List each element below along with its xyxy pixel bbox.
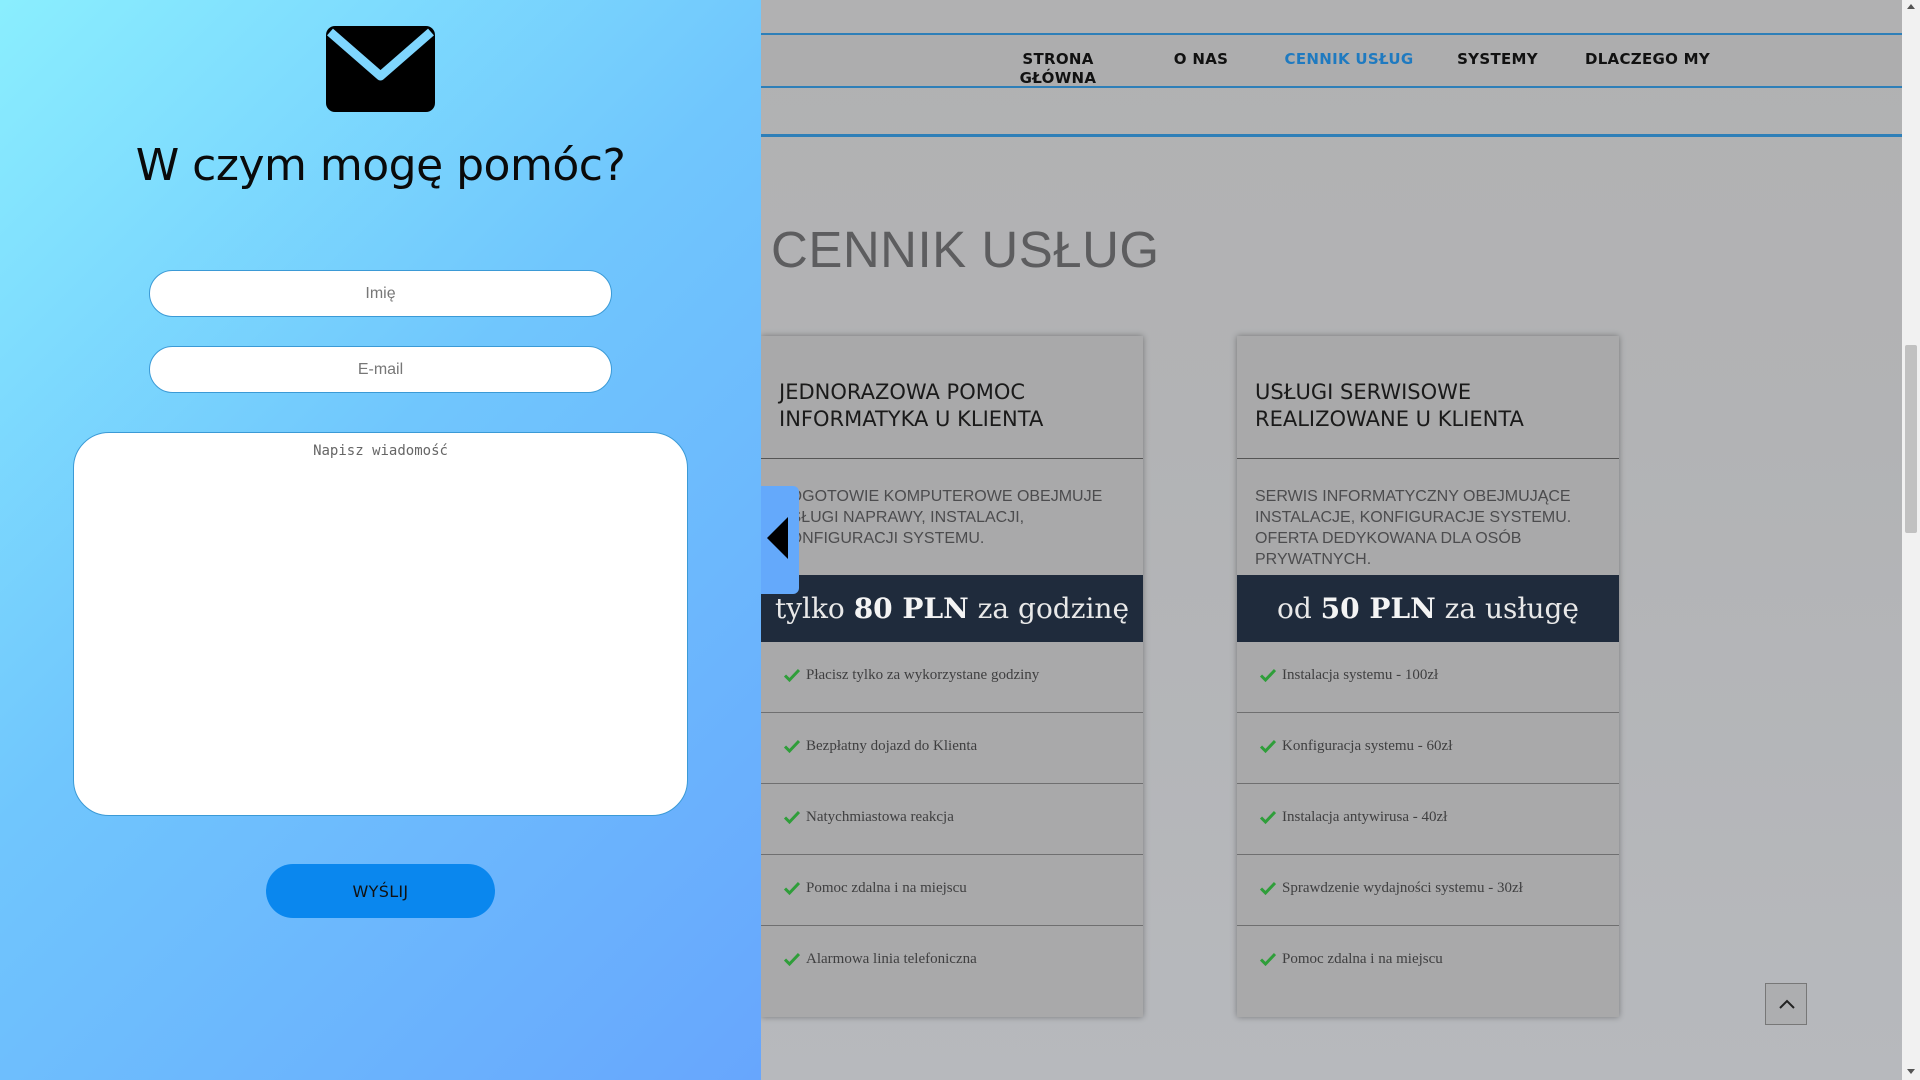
contact-title: W czym mogę pomóc? bbox=[135, 140, 626, 191]
feature-text: Pomoc zdalna i na miejscu bbox=[806, 880, 967, 896]
card-divider bbox=[761, 458, 1143, 459]
pricing-card-onetime: JEDNORAZOWA POMOC INFORMATYKA U KLIENTA … bbox=[761, 336, 1143, 1017]
feature-row: Bezpłatny dojazd do Klienta bbox=[761, 713, 1143, 784]
send-button[interactable]: WYŚLIJ bbox=[266, 864, 495, 918]
feature-row: Pomoc zdalna i na miejscu bbox=[761, 855, 1143, 926]
contact-panel: W czym mogę pomóc? WYŚLIJ bbox=[0, 0, 761, 1080]
page-scrollbar[interactable] bbox=[1902, 0, 1920, 1080]
nav-item-systems[interactable]: SYSTEMY bbox=[1455, 50, 1540, 69]
price-band: od 50 PLN za usługę bbox=[1237, 575, 1619, 642]
name-input[interactable] bbox=[149, 270, 612, 317]
check-icon bbox=[784, 739, 800, 754]
price-suffix: za godzinę bbox=[977, 592, 1130, 625]
feature-text: Instalacja systemu - 100zł bbox=[1282, 667, 1439, 683]
feature-text: Bezpłatny dojazd do Klienta bbox=[806, 738, 978, 754]
card-description: SERWIS INFORMATYCZNY OBEJMUJĄCE INSTALAC… bbox=[1255, 488, 1572, 568]
scroll-down-arrow-icon[interactable] bbox=[1907, 1069, 1915, 1074]
pricing-card-service: USŁUGI SERWISOWE REALIZOWANE U KLIENTA S… bbox=[1237, 336, 1619, 1017]
caret-left-icon bbox=[767, 517, 788, 559]
feature-row: Instalacja antywirusa - 40zł bbox=[1237, 784, 1619, 855]
page-title: CENNIK USŁUG bbox=[771, 221, 1160, 278]
check-icon bbox=[1260, 810, 1276, 825]
message-textarea[interactable] bbox=[73, 432, 688, 816]
envelope-icon bbox=[326, 26, 435, 112]
price-value: 50 PLN bbox=[1320, 592, 1436, 625]
card-title: USŁUGI SERWISOWE REALIZOWANE U KLIENTA bbox=[1255, 380, 1524, 431]
nav-item-pricing[interactable]: CENNIK USŁUG bbox=[1280, 50, 1418, 69]
card-description: POGOTOWIE KOMPUTEROWE OBEJMUJE USŁUGI NA… bbox=[779, 488, 1103, 547]
nav-item-about[interactable]: O NAS bbox=[1165, 50, 1237, 69]
scroll-up-arrow-icon[interactable] bbox=[1907, 4, 1915, 9]
card-title: JEDNORAZOWA POMOC INFORMATYKA U KLIENTA bbox=[779, 380, 1044, 431]
feature-row: Instalacja systemu - 100zł bbox=[1237, 642, 1619, 713]
feature-text: Instalacja antywirusa - 40zł bbox=[1282, 809, 1448, 825]
price-band: tylko 80 PLN za godzinę bbox=[761, 575, 1143, 642]
feature-text: Alarmowa linia telefoniczna bbox=[806, 951, 977, 967]
feature-row: Pomoc zdalna i na miejscu bbox=[1237, 926, 1619, 997]
check-icon bbox=[1260, 739, 1276, 754]
scroll-to-top-button[interactable] bbox=[1765, 983, 1807, 1025]
email-input[interactable] bbox=[149, 346, 612, 393]
check-icon bbox=[1260, 881, 1276, 896]
feature-text: Natychmiastowa reakcja bbox=[806, 809, 954, 825]
feature-row: Płacisz tylko za wykorzystane godziny bbox=[761, 642, 1143, 713]
nav-item-home[interactable]: STRONA GŁÓWNA bbox=[1003, 50, 1113, 88]
check-icon bbox=[784, 881, 800, 896]
check-icon bbox=[784, 810, 800, 825]
panel-toggle-button[interactable] bbox=[761, 486, 799, 594]
chevron-up-icon bbox=[1779, 999, 1795, 1009]
nav-item-why-us[interactable]: DLACZEGO MY bbox=[1580, 50, 1715, 69]
feature-row: Konfiguracja systemu - 60zł bbox=[1237, 713, 1619, 784]
price-value: 80 PLN bbox=[853, 592, 969, 625]
card-divider bbox=[1237, 458, 1619, 459]
feature-text: Pomoc zdalna i na miejscu bbox=[1282, 951, 1443, 967]
check-icon bbox=[784, 952, 800, 967]
scrollbar-thumb[interactable] bbox=[1905, 345, 1917, 533]
price-prefix: tylko bbox=[774, 592, 845, 625]
feature-row: Alarmowa linia telefoniczna bbox=[761, 926, 1143, 997]
price-prefix: od bbox=[1276, 592, 1312, 625]
feature-row: Natychmiastowa reakcja bbox=[761, 784, 1143, 855]
check-icon bbox=[1260, 952, 1276, 967]
check-icon bbox=[1260, 668, 1276, 683]
feature-text: Konfiguracja systemu - 60zł bbox=[1282, 738, 1453, 754]
check-icon bbox=[784, 668, 800, 683]
price-suffix: za usługę bbox=[1444, 592, 1579, 625]
feature-row: Sprawdzenie wydajności systemu - 30zł bbox=[1237, 855, 1619, 926]
feature-text: Płacisz tylko za wykorzystane godziny bbox=[806, 667, 1040, 683]
feature-text: Sprawdzenie wydajności systemu - 30zł bbox=[1282, 880, 1523, 896]
